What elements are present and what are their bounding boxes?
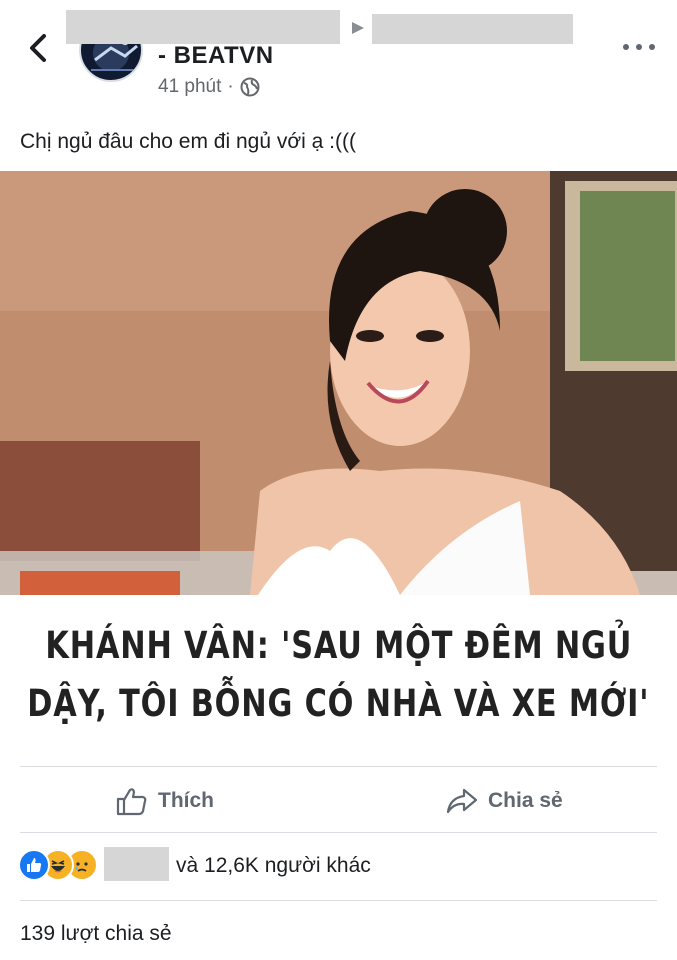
meta-separator: · bbox=[227, 76, 234, 97]
photo-illustration bbox=[0, 171, 677, 595]
more-options-button[interactable] bbox=[623, 40, 655, 54]
globe-icon bbox=[240, 77, 260, 97]
like-label: Thích bbox=[158, 789, 214, 812]
post-photo[interactable] bbox=[0, 171, 677, 595]
share-count[interactable]: 139 lượt chia sẻ bbox=[20, 922, 172, 946]
post-caption: Chị ngủ đâu cho em đi ngủ với ạ :((( bbox=[20, 130, 356, 153]
like-button[interactable]: Thích bbox=[116, 772, 214, 830]
redacted-reactor-name bbox=[104, 847, 169, 881]
page-name[interactable]: - BEATVN bbox=[158, 42, 274, 70]
share-arrow-icon bbox=[446, 788, 478, 814]
post-time[interactable]: 41 phút bbox=[158, 76, 221, 98]
redacted-page-name bbox=[66, 10, 340, 44]
headline-line-1: KHÁNH VÂN: 'SAU MỘT ĐÊM NGỦ bbox=[45, 624, 632, 667]
divider-top bbox=[20, 766, 657, 767]
ellipsis-icon bbox=[623, 44, 629, 50]
thumbs-up-icon bbox=[116, 788, 147, 816]
reaction-others-text[interactable]: và 12,6K người khác bbox=[176, 854, 371, 878]
article-headline[interactable]: KHÁNH VÂN: 'SAU MỘT ĐÊM NGỦ DẬY, TÔI BỖN… bbox=[0, 600, 677, 750]
play-arrow-icon bbox=[352, 22, 364, 34]
headline-line-2: DẬY, TÔI BỖNG CÓ NHÀ VÀ XE MỚI' bbox=[27, 682, 650, 725]
back-button[interactable] bbox=[20, 30, 56, 66]
reaction-summary[interactable] bbox=[18, 848, 98, 882]
share-button[interactable]: Chia sẻ bbox=[446, 772, 563, 830]
redacted-group-name bbox=[372, 14, 573, 44]
share-label: Chia sẻ bbox=[488, 789, 563, 812]
like-reaction-icon bbox=[18, 849, 50, 881]
divider-bottom bbox=[20, 900, 657, 901]
divider-middle bbox=[20, 832, 657, 833]
post-meta: 41 phút · bbox=[158, 76, 260, 98]
chevron-left-icon bbox=[30, 34, 46, 62]
